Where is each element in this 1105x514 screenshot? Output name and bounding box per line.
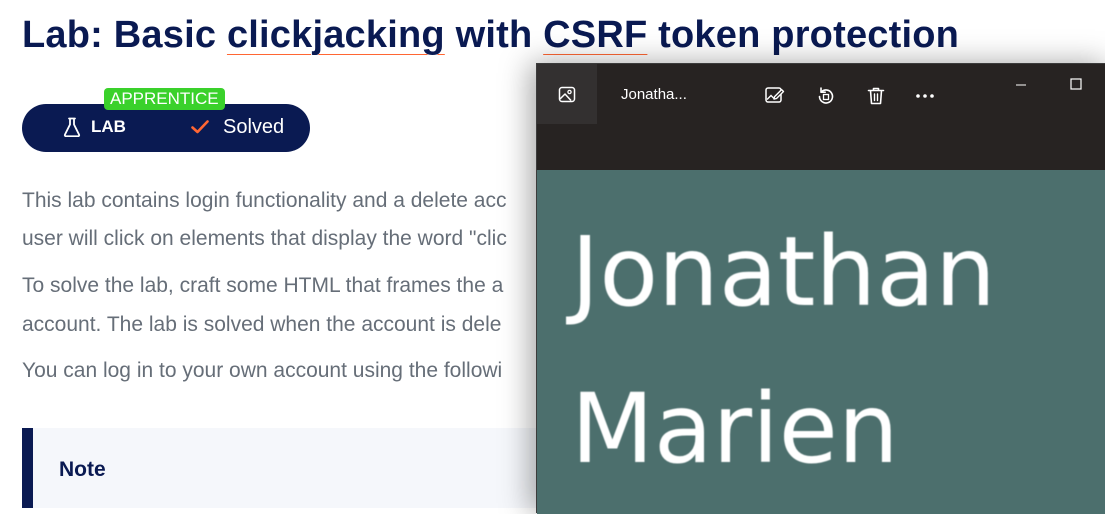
window-title: Jonatha...: [621, 86, 687, 103]
description-line: user will click on elements that display…: [22, 227, 507, 250]
photo-text-line: Jonathan: [571, 216, 996, 328]
description-line: This lab contains login functionality an…: [22, 189, 507, 212]
photo-canvas[interactable]: Jonathan Marien: [537, 170, 1105, 514]
photo-viewer-window[interactable]: Jonatha... Jonathan Marien: [536, 63, 1105, 514]
photo-text-line: Marien: [571, 373, 899, 485]
gallery-icon: [558, 86, 576, 103]
check-icon: [191, 120, 209, 134]
solved-label: Solved: [223, 116, 285, 138]
description-line: You can log in to your own account using…: [22, 359, 503, 382]
delete-button[interactable]: [864, 84, 888, 108]
lab-title: Lab: Basic clickjacking with CSRF token …: [22, 14, 959, 57]
rotate-button[interactable]: [814, 84, 838, 108]
title-word: with: [455, 14, 533, 56]
title-word-clickjacking: clickjacking: [226, 14, 445, 56]
title-word: protection: [771, 14, 960, 56]
solved-status: Solved: [191, 115, 284, 139]
minimize-button[interactable]: [1009, 78, 1033, 92]
minimize-icon: [1016, 84, 1026, 86]
delete-icon: [867, 87, 885, 105]
rotate-icon: [818, 87, 834, 104]
more-button[interactable]: [913, 84, 937, 108]
more-icon: [916, 94, 934, 98]
note-box: Note: [22, 428, 552, 508]
lab-tag: LAB: [63, 116, 126, 138]
title-word: Basic: [113, 14, 217, 56]
flask-icon: [63, 117, 81, 137]
title-word: Lab:: [22, 14, 104, 56]
lab-tag-label: LAB: [91, 117, 126, 136]
level-badge: APPRENTICE: [104, 88, 225, 110]
edit-image-button[interactable]: [763, 84, 787, 108]
gallery-button[interactable]: [537, 64, 597, 124]
title-word: token: [658, 14, 761, 56]
maximize-icon: [1070, 78, 1082, 90]
title-word-csrf: CSRF: [543, 14, 648, 56]
maximize-button[interactable]: [1064, 76, 1088, 92]
description-line: To solve the lab, craft some HTML that f…: [22, 274, 504, 297]
note-title: Note: [59, 458, 106, 481]
description-line: account. The lab is solved when the acco…: [22, 313, 502, 336]
edit-image-icon: [765, 87, 785, 103]
